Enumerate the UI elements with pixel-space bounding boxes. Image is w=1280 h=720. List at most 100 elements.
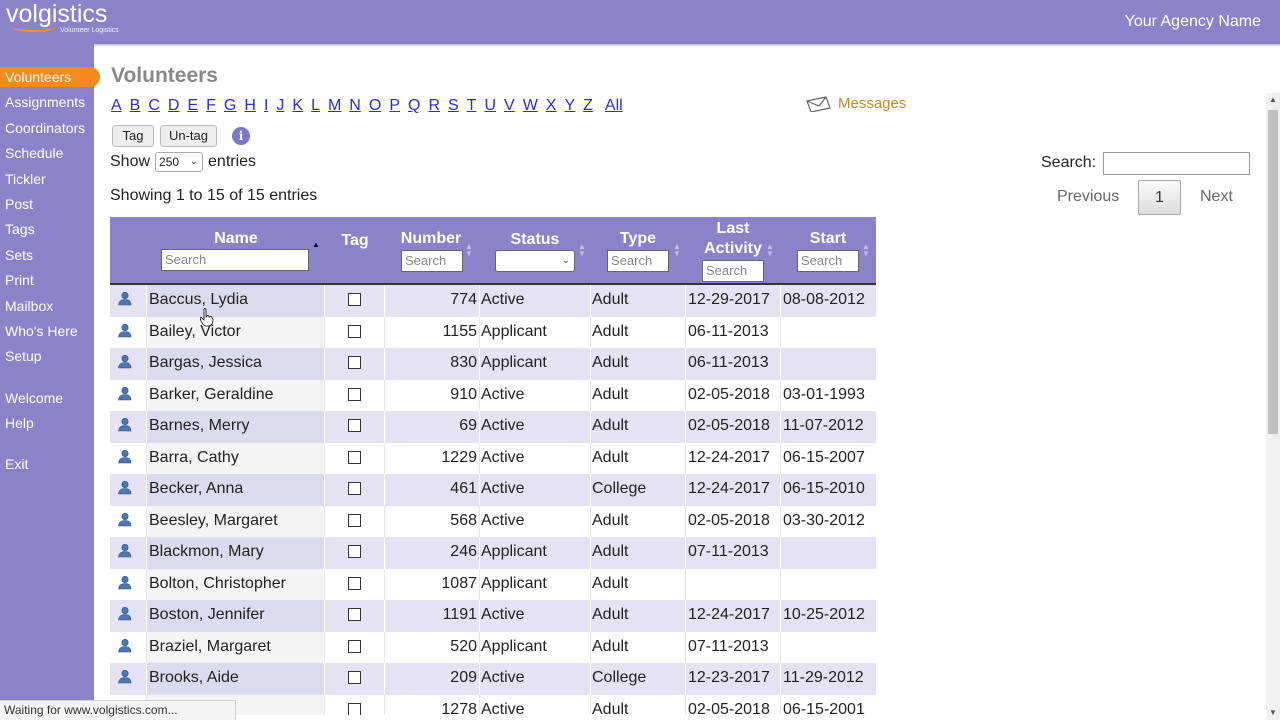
- type-search-input[interactable]: Search: [607, 250, 669, 272]
- tag-checkbox[interactable]: [348, 482, 361, 495]
- person-icon[interactable]: [117, 417, 132, 432]
- sidebar-item-coordinators[interactable]: Coordinators: [0, 118, 94, 138]
- sidebar-item-schedule[interactable]: Schedule: [0, 143, 94, 163]
- name-search-input[interactable]: Search: [161, 249, 309, 271]
- letter-link[interactable]: M: [328, 97, 341, 114]
- table-row[interactable]: Bargas, Jessica 830 Applicant Adult 06-11-20…: [110, 348, 876, 380]
- tag-checkbox[interactable]: [348, 419, 361, 432]
- volunteer-name[interactable]: Blackmon, Mary: [149, 543, 264, 561]
- entries-select[interactable]: 250 ⌄: [155, 152, 204, 172]
- person-icon[interactable]: [117, 449, 132, 464]
- col-header-type[interactable]: Type: [608, 230, 668, 248]
- letter-link[interactable]: P: [389, 97, 400, 114]
- letter-link[interactable]: U: [484, 97, 496, 114]
- scroll-down-icon[interactable]: ▼: [1266, 706, 1280, 720]
- letter-link[interactable]: S: [448, 97, 459, 114]
- sidebar-item-volunteers[interactable]: Volunteers: [0, 67, 100, 87]
- volunteer-name[interactable]: Boston, Jennifer: [149, 606, 265, 624]
- status-select[interactable]: ⌄: [495, 250, 575, 272]
- letter-link[interactable]: G: [224, 97, 236, 114]
- messages-link[interactable]: Messages: [806, 95, 906, 112]
- person-icon[interactable]: [117, 638, 132, 653]
- letter-link[interactable]: B: [130, 97, 141, 114]
- volunteer-name[interactable]: Bargas, Jessica: [149, 354, 262, 372]
- letter-link[interactable]: W: [523, 97, 538, 114]
- person-icon[interactable]: [117, 669, 132, 684]
- page-1-button[interactable]: 1: [1138, 180, 1181, 215]
- letter-link[interactable]: K: [292, 97, 303, 114]
- letter-link[interactable]: H: [244, 97, 256, 114]
- letter-link[interactable]: D: [168, 97, 180, 114]
- scroll-thumb[interactable]: [1268, 110, 1278, 434]
- table-row[interactable]: Bailey, Victor 1155 Applicant Adult 06-11-20…: [110, 316, 876, 348]
- letter-link[interactable]: N: [349, 97, 361, 114]
- untag-button[interactable]: Un-tag: [160, 125, 217, 147]
- volunteer-name[interactable]: Bolton, Christopher: [149, 575, 286, 593]
- sidebar-item-welcome[interactable]: Welcome: [0, 388, 94, 408]
- next-button[interactable]: Next: [1200, 188, 1233, 206]
- sort-icon[interactable]: ▲ ▼: [673, 243, 681, 258]
- col-header-number[interactable]: Number: [396, 230, 466, 248]
- col-header-status[interactable]: Status: [500, 231, 570, 249]
- volunteer-name[interactable]: Beesley, Margaret: [149, 512, 278, 530]
- table-row[interactable]: Brooks, Aide 209 Active College 12-23-2017 11…: [110, 663, 876, 695]
- person-icon[interactable]: [117, 543, 132, 558]
- tag-button[interactable]: Tag: [112, 125, 154, 147]
- sidebar-item-assignments[interactable]: Assignments: [0, 92, 94, 112]
- tag-checkbox[interactable]: [348, 639, 361, 653]
- letter-link[interactable]: Y: [564, 97, 575, 114]
- letter-link[interactable]: A: [111, 97, 122, 114]
- letter-link[interactable]: X: [546, 97, 557, 114]
- sort-icon[interactable]: ▲ ▼: [578, 243, 586, 258]
- volunteer-name[interactable]: Barnes, Merry: [149, 417, 249, 435]
- sidebar-item-help[interactable]: Help: [0, 413, 94, 433]
- sidebar-item-sets[interactable]: Sets: [0, 245, 94, 265]
- previous-button[interactable]: Previous: [1057, 188, 1119, 206]
- table-row[interactable]: Becker, Anna 461 Active College 12-24-2017 06…: [110, 474, 876, 506]
- letter-link[interactable]: J: [276, 97, 284, 114]
- letter-link[interactable]: T: [467, 97, 477, 114]
- tag-checkbox[interactable]: [348, 702, 361, 715]
- table-row[interactable]: Beesley, Margaret 568 Active Adult 02-05-201…: [110, 505, 876, 537]
- tag-checkbox[interactable]: [348, 324, 361, 338]
- person-icon[interactable]: [117, 480, 132, 495]
- col-header-start[interactable]: Start: [790, 230, 866, 248]
- table-row[interactable]: Boston, Jennifer 1191 Active Adult 12-24-201…: [110, 600, 876, 632]
- search-input[interactable]: [1103, 152, 1250, 175]
- tag-checkbox[interactable]: [348, 576, 361, 590]
- tag-checkbox[interactable]: [348, 608, 361, 621]
- info-icon[interactable]: i: [232, 127, 250, 145]
- volunteer-name[interactable]: Brooks, Aide: [149, 669, 239, 687]
- person-icon[interactable]: [117, 386, 132, 401]
- person-icon[interactable]: [117, 291, 132, 306]
- letter-link[interactable]: L: [311, 97, 320, 114]
- volgistics-logo[interactable]: volgistics Volunteer Logistics: [6, 0, 119, 34]
- sort-icon[interactable]: ▲ ▼: [766, 243, 774, 258]
- letter-link[interactable]: R: [428, 97, 440, 114]
- person-icon[interactable]: [117, 323, 132, 338]
- volunteer-name[interactable]: Braziel, Margaret: [149, 638, 271, 656]
- sidebar-item-whos-here[interactable]: Who's Here: [0, 321, 94, 341]
- table-row[interactable]: Braziel, Margaret 520 Applicant Adult 07-11-…: [110, 631, 876, 663]
- letter-link[interactable]: F: [206, 97, 216, 114]
- tag-checkbox[interactable]: [348, 356, 361, 369]
- start-search-input[interactable]: Search: [797, 250, 859, 272]
- scroll-up-icon[interactable]: ▲: [1266, 93, 1280, 107]
- person-icon[interactable]: [117, 575, 132, 590]
- tag-checkbox[interactable]: [348, 387, 361, 401]
- letter-link[interactable]: E: [187, 97, 198, 114]
- person-icon[interactable]: [117, 512, 132, 527]
- sidebar-item-tickler[interactable]: Tickler: [0, 169, 94, 189]
- sidebar-item-post[interactable]: Post: [0, 194, 94, 214]
- letter-link[interactable]: V: [504, 97, 515, 114]
- sidebar-item-mailbox[interactable]: Mailbox: [0, 296, 94, 316]
- table-row[interactable]: Bolton, Christopher 1087 Applicant Adult: [110, 568, 876, 600]
- col-header-tag[interactable]: Tag: [335, 232, 375, 250]
- tag-checkbox[interactable]: [348, 293, 361, 306]
- letter-link[interactable]: C: [148, 97, 160, 114]
- sort-icon[interactable]: ▲ ▼: [862, 243, 870, 258]
- table-row[interactable]: Barker, Geraldine 910 Active Adult 02-05-201…: [110, 379, 876, 411]
- person-icon[interactable]: [117, 606, 132, 621]
- tag-checkbox[interactable]: [348, 513, 361, 527]
- tag-checkbox[interactable]: [348, 545, 361, 558]
